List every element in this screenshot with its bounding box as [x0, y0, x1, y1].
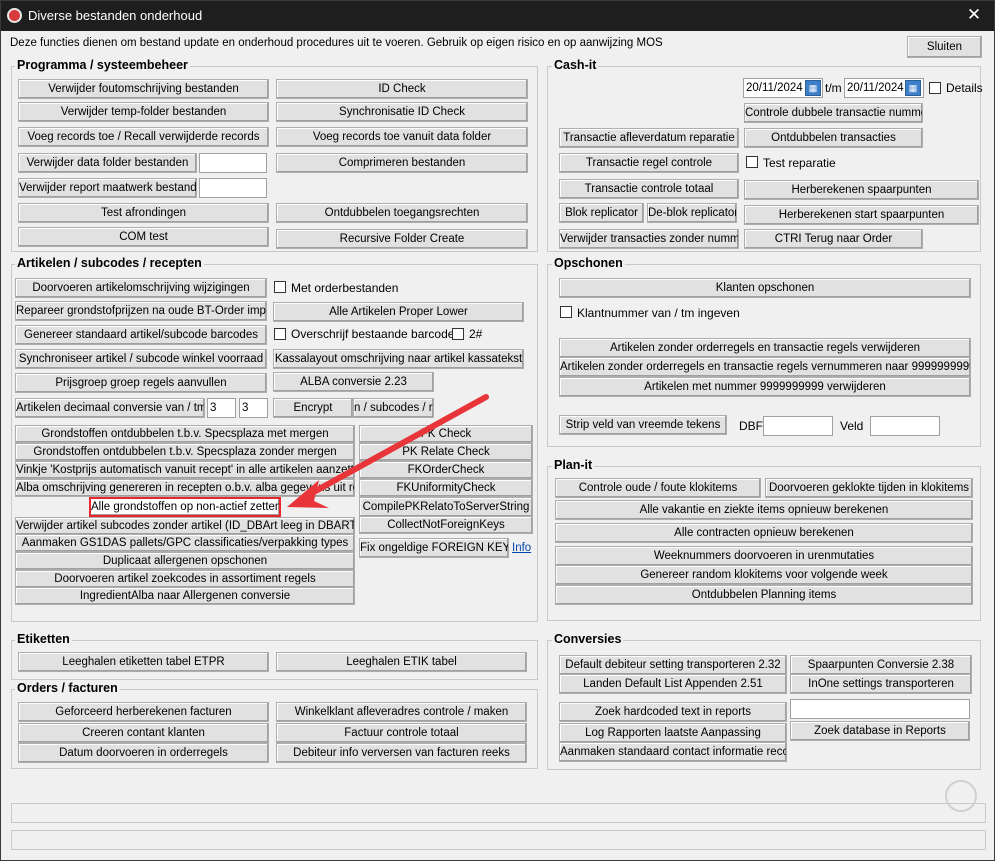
dialog-window: Diverse bestanden onderhoud ✕ Deze funct…: [0, 0, 995, 861]
annotation-arrow: [287, 394, 489, 508]
